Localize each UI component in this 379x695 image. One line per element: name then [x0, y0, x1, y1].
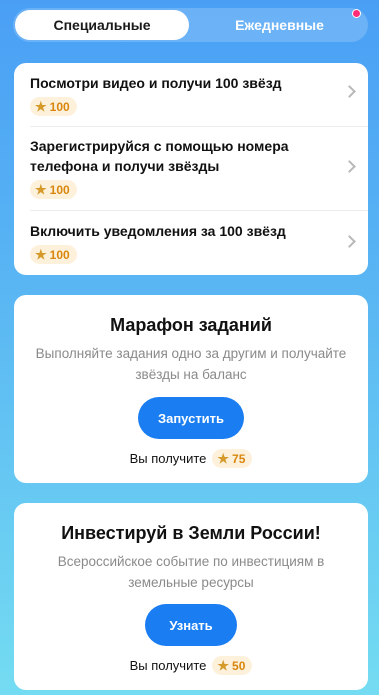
reward-value: 100 — [49, 182, 70, 197]
task-title: Включить уведомления за 100 звёзд — [30, 223, 286, 239]
tab-daily[interactable]: Ежедневные — [191, 8, 368, 42]
tab-special-label: Специальные — [53, 17, 151, 33]
task-item-notifications[interactable]: Включить уведомления за 100 звёзд ★ 100 — [14, 221, 368, 271]
invest-reward: Вы получите ★ 50 — [14, 656, 368, 675]
marathon-title: Марафон заданий — [110, 315, 272, 335]
task-item-video[interactable]: Посмотри видео и получи 100 звёзд ★ 100 — [14, 73, 368, 128]
notification-dot — [352, 9, 361, 18]
star-icon: ★ — [35, 99, 47, 114]
start-button[interactable]: Запустить — [138, 397, 244, 439]
learn-more-button[interactable]: Узнать — [145, 604, 237, 646]
start-button-label: Запустить — [157, 410, 225, 426]
task-title: Зарегистрируйся с помощью номера телефон… — [30, 138, 289, 174]
star-icon: ★ — [217, 451, 230, 466]
learn-more-button-label: Узнать — [169, 617, 213, 633]
tab-special[interactable]: Специальные — [15, 10, 189, 40]
divider — [30, 126, 368, 127]
reward-badge: ★ 50 — [212, 656, 253, 675]
task-item-register[interactable]: Зарегистрируйся с помощью номера телефон… — [14, 136, 368, 208]
task-title: Посмотри видео и получи 100 звёзд — [30, 75, 282, 91]
reward-label: Вы получите — [129, 451, 207, 466]
marathon-card: Марафон заданий Выполняйте задания одно … — [14, 295, 368, 483]
marathon-reward: Вы получите ★ 75 — [14, 449, 368, 468]
reward-badge: ★ 100 — [30, 180, 77, 199]
tab-switcher: Специальные Ежедневные — [13, 8, 368, 42]
task-list: Посмотри видео и получи 100 звёзд ★ 100 … — [14, 63, 368, 275]
chevron-right-icon — [343, 160, 356, 173]
invest-title: Инвестируй в Земли России! — [61, 523, 321, 543]
reward-value: 100 — [49, 247, 70, 262]
reward-badge: ★ 100 — [30, 245, 77, 264]
reward-value: 75 — [232, 451, 246, 466]
reward-badge: ★ 100 — [30, 97, 77, 116]
marathon-description: Выполняйте задания одно за другим и полу… — [35, 346, 347, 382]
star-icon: ★ — [35, 182, 47, 197]
reward-label: Вы получите — [129, 658, 207, 673]
chevron-right-icon — [343, 85, 356, 98]
tab-daily-label: Ежедневные — [235, 17, 324, 33]
chevron-right-icon — [343, 235, 356, 248]
invest-card: Инвестируй в Земли России! Всероссийское… — [14, 503, 368, 690]
star-icon: ★ — [217, 658, 230, 673]
divider — [30, 210, 368, 211]
reward-value: 100 — [49, 99, 70, 114]
reward-badge: ★ 75 — [212, 449, 253, 468]
star-icon: ★ — [35, 247, 47, 262]
reward-value: 50 — [232, 658, 246, 673]
invest-description: Всероссийское событие по инвестициям в з… — [57, 554, 325, 590]
